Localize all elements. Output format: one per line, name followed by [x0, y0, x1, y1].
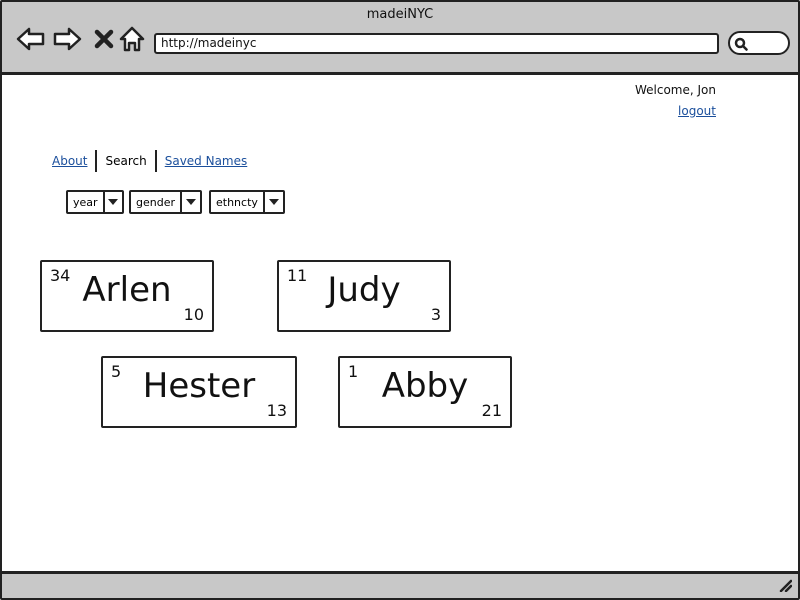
gender-dropdown[interactable]: gender [129, 190, 202, 214]
nav-saved-names-link[interactable]: Saved Names [157, 150, 256, 172]
close-icon[interactable] [90, 24, 120, 54]
name-card-bottom-number: 21 [481, 401, 502, 420]
search-icon [734, 37, 748, 51]
name-card-bottom-number: 3 [430, 305, 441, 324]
name-card-arlen[interactable]: 34 Arlen 10 [40, 260, 214, 332]
name-card-name: Judy [327, 270, 401, 310]
ethnicity-dropdown[interactable]: ethncty [209, 190, 285, 214]
main-nav: About Search Saved Names [52, 150, 255, 172]
chevron-down-icon [102, 192, 122, 212]
back-icon[interactable] [16, 24, 46, 54]
forward-icon[interactable] [52, 24, 82, 54]
gender-dropdown-label: gender [136, 195, 175, 209]
year-dropdown[interactable]: year [66, 190, 124, 214]
name-card-name: Abby [381, 366, 469, 406]
browser-toolbar: madeiNYC http://madeinyc [2, 2, 798, 75]
url-field[interactable]: http://madeinyc [154, 33, 719, 54]
name-card-name: Hester [142, 366, 256, 406]
year-dropdown-label: year [73, 195, 98, 209]
name-card-abby[interactable]: 1 Abby 21 [338, 356, 512, 428]
ethnicity-dropdown-label: ethncty [216, 195, 258, 209]
nav-search-tab[interactable]: Search [97, 150, 154, 172]
welcome-text: Welcome, Jon [634, 83, 716, 97]
name-card-bottom-number: 10 [183, 305, 204, 324]
name-card-judy[interactable]: 11 Judy 3 [277, 260, 451, 332]
home-icon[interactable] [118, 24, 148, 54]
chevron-down-icon [180, 192, 200, 212]
logout-link[interactable]: logout [678, 104, 716, 118]
nav-about-link[interactable]: About [52, 150, 95, 172]
browser-window: madeiNYC http://madeinyc Welcome, Jon lo… [0, 0, 800, 600]
browser-search-field[interactable] [728, 31, 790, 55]
resize-grip-icon[interactable] [778, 578, 793, 596]
name-card-hester[interactable]: 5 Hester 13 [101, 356, 297, 428]
name-card-bottom-number: 13 [266, 401, 287, 420]
status-bar [2, 571, 798, 598]
window-title: madeiNYC [366, 7, 434, 22]
chevron-down-icon [263, 192, 283, 212]
name-card-name: Arlen [82, 270, 172, 310]
